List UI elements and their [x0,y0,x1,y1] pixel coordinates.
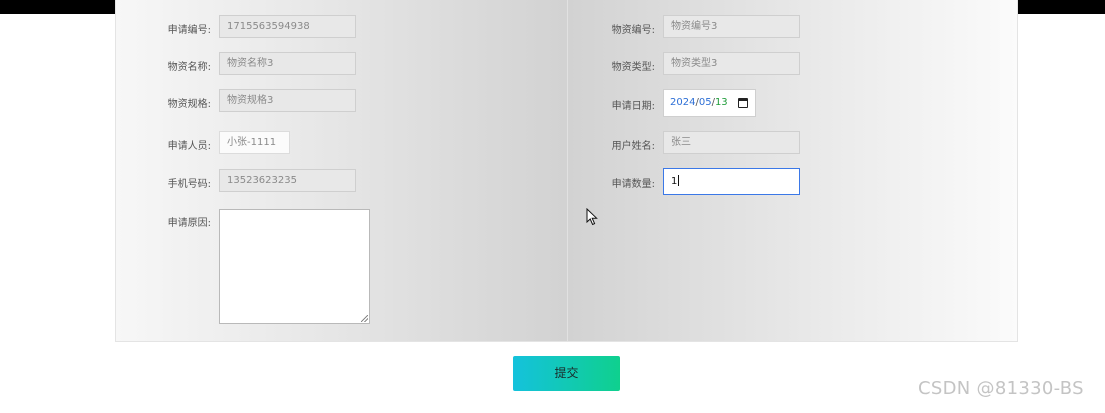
phone-field[interactable]: 13523623235 [219,169,356,192]
user-name-field[interactable]: 张三 [663,131,800,154]
material-type-label: 物资类型: [611,62,655,73]
date-year: 2024 [670,97,696,108]
date-month: 05 [698,97,712,108]
application-no-field[interactable]: 1715563594938 [219,15,356,38]
column-divider [567,0,568,341]
reason-textarea[interactable] [219,209,370,324]
applicant-label: 申请人员: [167,141,211,152]
user-name-label: 用户姓名: [611,141,655,152]
mouse-pointer-icon [586,208,598,226]
reason-label: 申请原因: [167,218,211,229]
material-spec-field[interactable]: 物资规格3 [219,89,356,112]
material-type-field[interactable]: 物资类型3 [663,52,800,75]
watermark-text: CSDN @81330-BS [918,378,1084,399]
material-no-field[interactable]: 物资编号3 [663,15,800,38]
apply-date-label: 申请日期: [611,101,655,112]
material-spec-label: 物资规格: [167,99,211,110]
submit-button[interactable]: 提交 [513,356,620,391]
date-day: 13 [714,97,728,108]
quantity-value: 1 [671,176,678,187]
quantity-label: 申请数量: [611,179,655,190]
form-panel: 申请编号: 1715563594938 物资名称: 物资名称3 物资规格: 物资… [115,0,1018,342]
resize-grip-icon[interactable] [361,315,368,322]
material-no-label: 物资编号: [611,25,655,36]
material-name-field[interactable]: 物资名称3 [219,52,356,75]
quantity-input[interactable]: 1 [663,168,800,195]
apply-date-input[interactable]: 2024/05/13 [663,89,756,117]
application-no-label: 申请编号: [167,25,211,36]
material-name-label: 物资名称: [167,62,211,73]
text-caret [678,175,680,186]
calendar-icon[interactable] [738,98,748,108]
phone-label: 手机号码: [167,179,211,190]
applicant-field[interactable]: 小张-1111 [219,131,290,154]
